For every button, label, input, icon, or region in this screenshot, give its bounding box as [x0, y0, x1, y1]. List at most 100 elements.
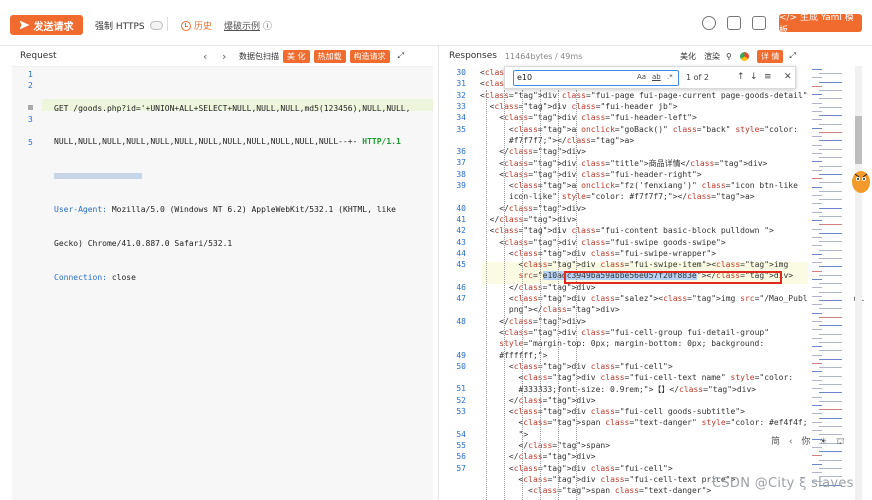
chevron-right-icon[interactable]: ›: [222, 50, 226, 63]
minimap-line: [819, 468, 842, 469]
brute-example-link[interactable]: 爆破示例 ⓘ: [224, 19, 272, 32]
line-number: 53: [456, 407, 466, 416]
history-button[interactable]: 历史: [181, 19, 212, 32]
scrollbar-thumb[interactable]: [855, 116, 862, 164]
response-code-line: </class="tag">div>: [480, 316, 586, 326]
line-number: 45: [456, 260, 466, 270]
chrome-icon[interactable]: [739, 51, 749, 61]
panel-divider[interactable]: [438, 46, 439, 500]
minimap-line: [819, 106, 842, 108]
minimap-line: [812, 405, 822, 406]
search-icon[interactable]: ⚲: [726, 52, 732, 61]
tab-beautify-resp[interactable]: 美化: [680, 51, 696, 62]
minimap-line: [819, 140, 842, 142]
connection-line: Connection: close: [54, 272, 410, 283]
request-title: Request: [20, 51, 57, 61]
response-code-line: </class="tag">div>: [480, 282, 596, 292]
line-number: 54: [456, 429, 466, 439]
tab-render[interactable]: 渲染: [704, 51, 720, 62]
line-number: 47: [456, 294, 466, 303]
line-number: 40: [456, 203, 466, 213]
response-code-line: <class="tag">div class="fui-cell-group f…: [480, 327, 770, 337]
minimap-line: [819, 241, 842, 243]
minimap-line: [812, 279, 822, 280]
arrow-up-icon[interactable]: ↑: [737, 72, 745, 82]
minimap-line: [819, 291, 842, 293]
minimap-line: [819, 157, 842, 159]
minimap-line: [819, 350, 842, 352]
response-code-line: <class="tag">span class="text-danger" st…: [480, 418, 808, 428]
response-code-line: png"></class="tag">div>: [480, 305, 620, 315]
match-count: 1 of 2: [686, 73, 709, 82]
response-code-line: </class="tag">div>: [480, 452, 596, 462]
minimap-line: [819, 258, 842, 259]
minimap-line: [819, 132, 842, 133]
minimap-line: [812, 287, 822, 289]
export-icon[interactable]: [727, 16, 741, 30]
minimap-line: [819, 392, 842, 394]
minimap-line: [812, 312, 822, 314]
send-request-label: 发送请求: [33, 21, 74, 33]
minimap-line: [819, 333, 842, 335]
minimap-line: [819, 81, 842, 83]
arrow-down-icon[interactable]: ↓: [750, 72, 758, 82]
expand-icon[interactable]: ⤢: [789, 51, 795, 61]
line-number: 3: [28, 115, 33, 124]
indent-guide: [504, 90, 505, 500]
share-icon[interactable]: [702, 16, 716, 30]
tab-packet-scan[interactable]: 数据包扫描: [239, 51, 279, 62]
line-number: 46: [456, 282, 466, 292]
line-number: 32: [456, 90, 466, 100]
tab-beautify[interactable]: 美 化: [283, 49, 310, 63]
send-request-button[interactable]: 发送请求: [10, 15, 83, 35]
match-case-toggle[interactable]: Aa: [637, 73, 646, 81]
user-agent-cont: Gecko) Chrome/41.0.887.0 Safari/532.1: [54, 239, 233, 249]
regex-toggle[interactable]: .*: [667, 73, 673, 81]
response-code-line: <class="tag">div class="fui-swipe-wrappe…: [480, 248, 717, 258]
line-number: 38: [456, 169, 466, 179]
whole-word-toggle[interactable]: ab: [652, 73, 661, 81]
header-key-conn: Connection:: [54, 273, 107, 283]
minimap-line: [812, 295, 822, 297]
mascot-icon: [852, 171, 870, 193]
indent-guide: [558, 90, 559, 500]
force-https-toggle[interactable]: 强制 HTTPS: [95, 19, 163, 32]
tab-hot-reload[interactable]: 热加载: [313, 49, 346, 63]
expand-icon[interactable]: ⤢: [398, 51, 404, 61]
line-number: 52: [456, 395, 466, 405]
response-code-line: <class="tag">a onclick="goBack()" class=…: [480, 124, 798, 134]
response-code-line: <class="tag">div class="fui-cell-text na…: [480, 373, 794, 383]
minimap-line: [819, 182, 842, 184]
minimap-line: [812, 237, 822, 238]
minimap-line: [812, 396, 822, 398]
line-number: 37: [456, 158, 466, 168]
line-number: 55: [456, 440, 466, 450]
menu-icon[interactable]: ≡: [764, 72, 772, 82]
line-number: 43: [456, 237, 466, 247]
detail-button[interactable]: 详 情: [756, 49, 784, 63]
chevron-left-icon[interactable]: ‹: [203, 50, 207, 63]
request-editor[interactable]: 1 2 3 5 GET /goods.php?id='+UNION+ALL+SE…: [12, 66, 433, 500]
tab-construct-request[interactable]: 构造请求: [349, 49, 390, 63]
minimap-line: [812, 363, 822, 364]
minimap-line: [812, 186, 822, 188]
minimap-line: [819, 283, 842, 285]
indent-guide: [540, 90, 541, 500]
redacted-line: [54, 170, 410, 181]
minimap-line: [812, 69, 822, 70]
edit-icon[interactable]: [752, 16, 766, 30]
minimap-line: [819, 148, 842, 150]
minimap-line: [819, 216, 842, 217]
floating-toolbar[interactable]: 简 ‹ 你 ☀ ⛫: [771, 434, 847, 448]
line-number: 30: [456, 68, 466, 77]
minimap-line: [819, 165, 842, 167]
toggle-switch[interactable]: [149, 21, 163, 30]
minimap-line: [819, 409, 842, 411]
minimap-line: [819, 207, 842, 209]
response-code-line: <class="tag">div class="fui-content basi…: [480, 226, 774, 236]
minimap-line: [812, 169, 822, 171]
close-icon[interactable]: ✕: [784, 72, 792, 82]
generate-yaml-button[interactable]: </> 生成 Yaml 模板: [779, 13, 862, 36]
minimap-line: [812, 203, 822, 205]
minimap-line: [812, 136, 822, 138]
